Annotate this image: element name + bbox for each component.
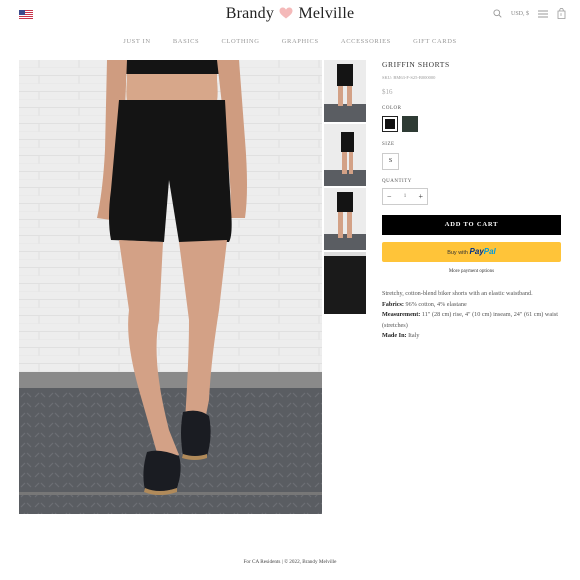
thumbnail-1[interactable]: [324, 60, 366, 122]
color-swatch-black[interactable]: [382, 116, 398, 132]
nav-gift-cards[interactable]: GIFT CARDS: [413, 38, 457, 45]
more-payment-options-link[interactable]: More payment options: [382, 269, 561, 274]
logo-brandy: Brandy: [225, 5, 275, 22]
product-sku: SKU: BM63-F-S25-B000000: [382, 75, 436, 80]
product-description: Stretchy, cotton-blend biker shorts with…: [382, 289, 562, 342]
description-text: Stretchy, cotton-blend biker shorts with…: [382, 290, 533, 297]
product-price: $16: [382, 88, 393, 96]
nav-basics[interactable]: BASICS: [173, 38, 199, 45]
product-title: GRIFFIN SHORTS: [382, 60, 450, 69]
cart-count: 0: [560, 12, 562, 17]
nav-accessories[interactable]: ACCESSORIES: [341, 38, 391, 45]
paypal-logo-pal: Pal: [483, 247, 496, 256]
paypal-prefix: Buy with: [447, 250, 468, 256]
fabrics-line: Fabrics: 96% cotton, 4% elastane: [382, 300, 562, 311]
thumbnail-2[interactable]: [324, 124, 366, 186]
site-header: Brandy Melville USD, $ 0: [0, 0, 580, 32]
nav-clothing[interactable]: CLOTHING: [221, 38, 259, 45]
main-product-image[interactable]: [19, 60, 322, 514]
decrease-button[interactable]: −: [387, 192, 392, 201]
header-actions: USD, $ 0: [493, 8, 566, 19]
currency-selector[interactable]: USD, $: [511, 11, 529, 17]
add-to-cart-button[interactable]: ADD TO CART: [382, 215, 561, 235]
size-option[interactable]: S: [382, 153, 399, 170]
nav-graphics[interactable]: GRAPHICS: [282, 38, 319, 45]
thumbnail-4[interactable]: [324, 252, 366, 314]
cart-icon[interactable]: 0: [557, 8, 566, 19]
made-in-value: Italy: [408, 332, 420, 340]
paypal-button[interactable]: Buy with PayPal: [382, 242, 561, 262]
quantity-label: QUANTITY: [382, 179, 412, 184]
fabrics-value: 96% cotton, 4% elastane: [405, 300, 467, 308]
measurement-label: Measurement:: [382, 311, 421, 319]
measurement-line: Measurement: 11" (28 cm) rise, 4" (10 cm…: [382, 310, 562, 331]
main-nav: JUST IN BASICS CLOTHING GRAPHICS ACCESSO…: [0, 38, 580, 45]
fabrics-label: Fabrics:: [382, 300, 404, 308]
thumbnail-3[interactable]: [324, 188, 366, 250]
search-icon[interactable]: [493, 9, 502, 18]
color-label: COLOR: [382, 106, 402, 111]
size-label: SIZE: [382, 142, 395, 147]
made-in-line: Made In: Italy: [382, 331, 562, 342]
footer-text[interactable]: For CA Residents | © 2022, Brandy Melvil…: [0, 559, 580, 565]
increase-button[interactable]: +: [418, 192, 423, 201]
heart-icon: [279, 5, 293, 23]
menu-icon[interactable]: [538, 10, 548, 18]
logo-melville: Melville: [298, 5, 355, 22]
made-in-label: Made In:: [382, 332, 407, 340]
nav-just-in[interactable]: JUST IN: [123, 38, 150, 45]
quantity-stepper: − 1 +: [382, 188, 428, 205]
color-swatch-green[interactable]: [402, 116, 418, 132]
paypal-logo-pay: Pay: [469, 247, 484, 256]
quantity-value[interactable]: 1: [404, 194, 407, 199]
